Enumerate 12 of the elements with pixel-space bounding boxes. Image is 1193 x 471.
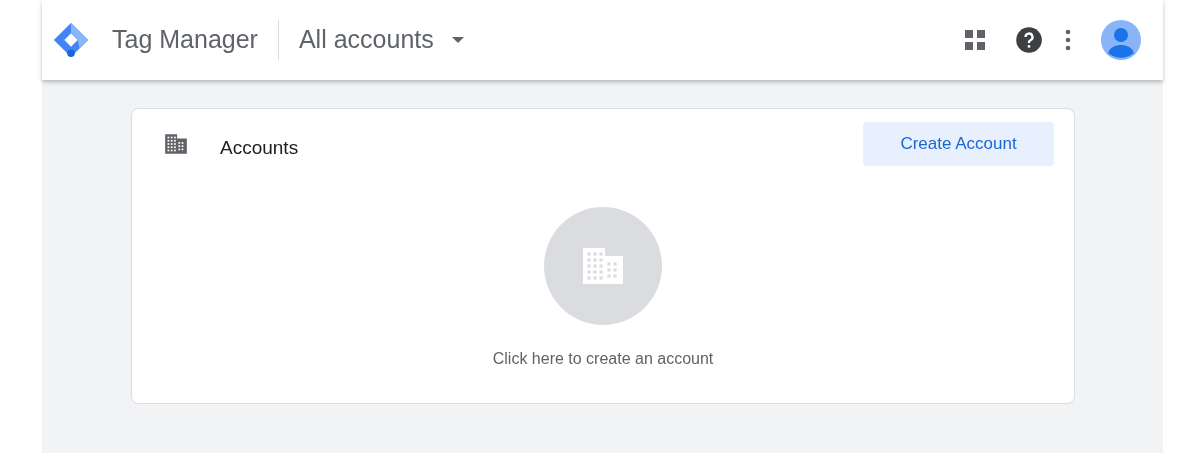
avatar-icon[interactable] bbox=[1101, 20, 1141, 60]
card-title: Accounts bbox=[220, 135, 299, 160]
help-icon[interactable] bbox=[1015, 26, 1043, 54]
empty-state-hint[interactable]: Click here to create an account bbox=[492, 347, 714, 371]
apps-button[interactable] bbox=[963, 28, 987, 52]
logo-icon bbox=[52, 21, 90, 59]
create-account-button[interactable]: Create Account bbox=[863, 122, 1054, 166]
building-icon bbox=[163, 131, 189, 157]
product-name: Tag Manager bbox=[112, 24, 258, 56]
more-icon[interactable] bbox=[1065, 29, 1071, 51]
account-selector[interactable]: All accounts bbox=[298, 21, 464, 59]
caret-icon bbox=[451, 37, 464, 43]
